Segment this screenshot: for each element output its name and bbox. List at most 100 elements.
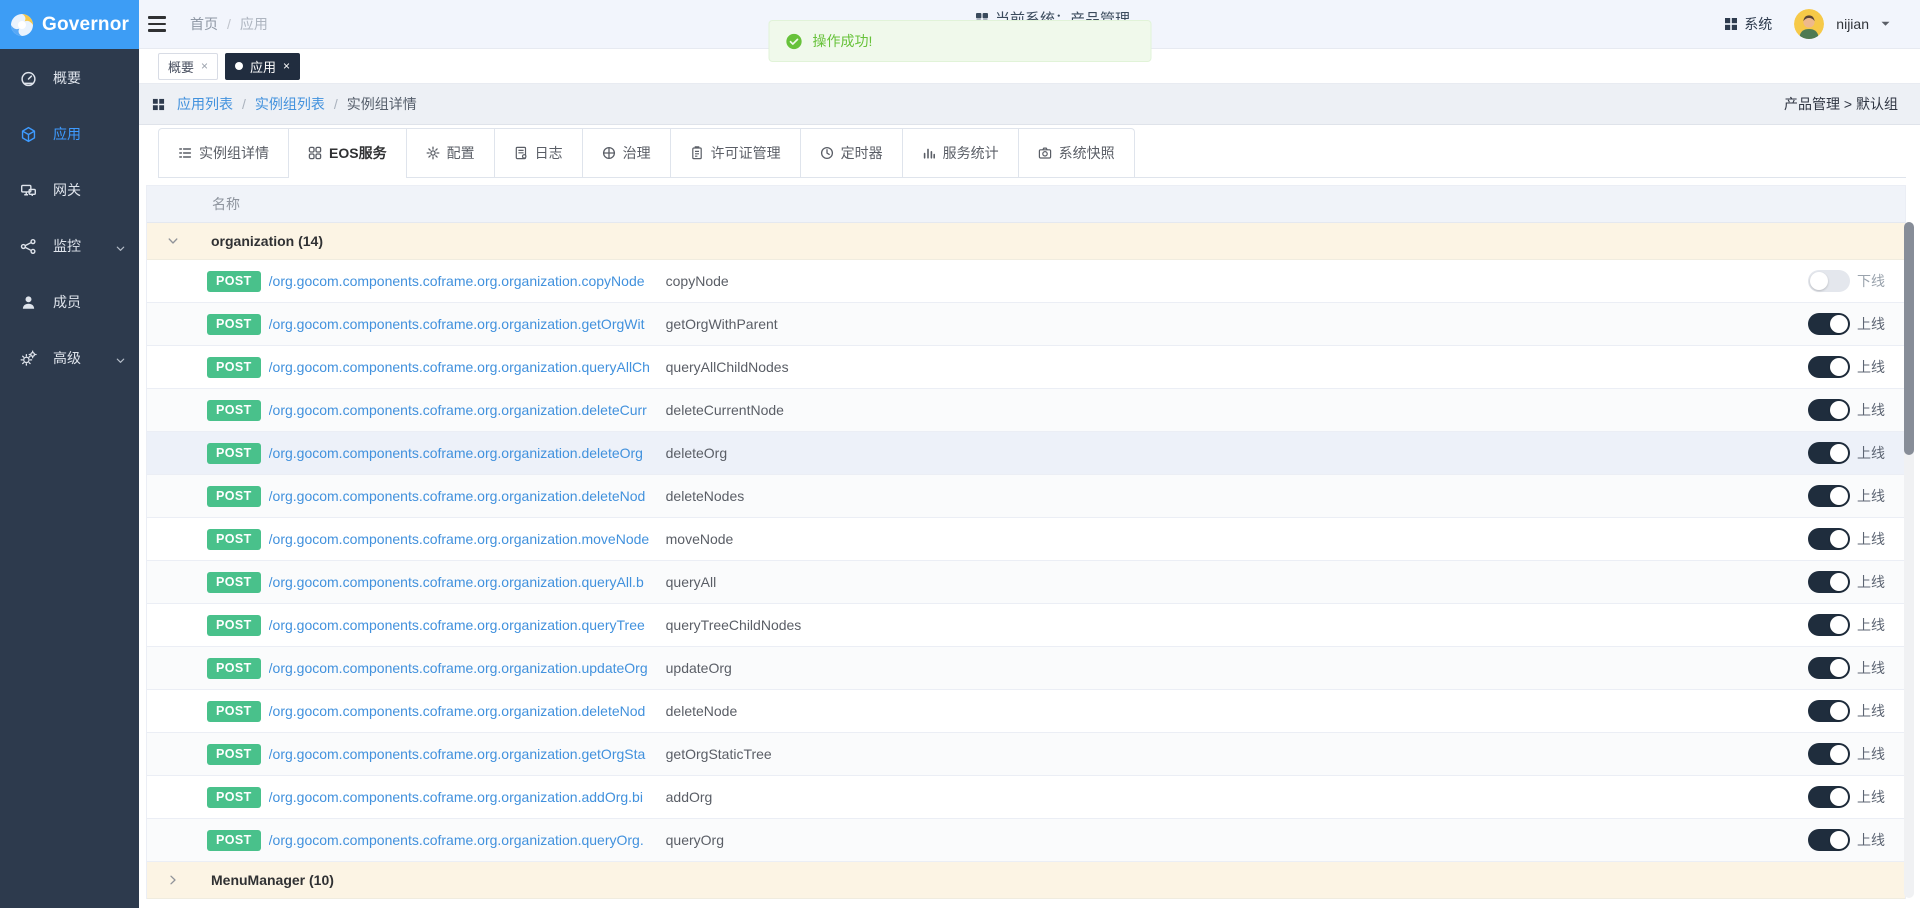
service-path-link[interactable]: /org.gocom.components.coframe.org.organi… — [269, 359, 651, 375]
status-toggle[interactable] — [1808, 270, 1850, 292]
status-label: 上线 — [1857, 572, 1885, 592]
service-path-link[interactable]: /org.gocom.components.coframe.org.organi… — [269, 316, 651, 332]
toggle-knob — [1830, 573, 1848, 591]
sidebar-item-member[interactable]: 成员 — [0, 274, 139, 330]
service-path-link[interactable]: /org.gocom.components.coframe.org.organi… — [269, 402, 651, 418]
menu-icon[interactable] — [146, 14, 168, 34]
status-control: 上线 — [1808, 657, 1885, 679]
tab-config[interactable]: 配置 — [407, 128, 495, 177]
method-badge: POST — [207, 529, 261, 550]
tag-overview[interactable]: 概要 × — [158, 53, 218, 80]
tab-eos-service[interactable]: EOS服务 — [289, 128, 407, 177]
sidebar-item-advanced[interactable]: 高级 — [0, 330, 139, 386]
status-toggle[interactable] — [1808, 528, 1850, 550]
close-icon[interactable]: × — [201, 60, 208, 72]
vertical-scrollbar[interactable] — [1904, 222, 1914, 898]
status-toggle[interactable] — [1808, 485, 1850, 507]
status-toggle[interactable] — [1808, 356, 1850, 378]
breadcrumb-home[interactable]: 首页 — [190, 14, 218, 34]
breadcrumb-separator: / — [334, 96, 338, 112]
status-label: 上线 — [1857, 443, 1885, 463]
status-toggle[interactable] — [1808, 571, 1850, 593]
group-row[interactable]: organization (14) — [147, 223, 1905, 260]
service-path-link[interactable]: /org.gocom.components.coframe.org.organi… — [269, 273, 651, 289]
user-name[interactable]: nijian — [1836, 16, 1869, 32]
service-path-link[interactable]: /org.gocom.components.coframe.org.organi… — [269, 617, 651, 633]
service-row: POST/org.gocom.components.coframe.org.or… — [147, 690, 1905, 733]
service-path-link[interactable]: /org.gocom.components.coframe.org.organi… — [269, 445, 651, 461]
service-path-link[interactable]: /org.gocom.components.coframe.org.organi… — [269, 789, 651, 805]
status-toggle[interactable] — [1808, 399, 1850, 421]
tab-label: 配置 — [447, 143, 475, 163]
status-label: 上线 — [1857, 314, 1885, 334]
method-badge: POST — [207, 271, 261, 292]
service-row: POST/org.gocom.components.coframe.org.or… — [147, 561, 1905, 604]
breadcrumb-app-list[interactable]: 应用列表 — [177, 94, 233, 114]
breadcrumb: 首页 / 应用 — [190, 14, 268, 34]
tab-license-management[interactable]: 许可证管理 — [671, 128, 801, 177]
status-toggle[interactable] — [1808, 700, 1850, 722]
status-toggle[interactable] — [1808, 442, 1850, 464]
status-toggle[interactable] — [1808, 829, 1850, 851]
status-toggle[interactable] — [1808, 313, 1850, 335]
service-name: addOrg — [666, 789, 1808, 805]
caret-down-icon[interactable] — [1881, 21, 1890, 27]
sidebar-item-overview[interactable]: 概要 — [0, 50, 139, 106]
breadcrumb-separator: / — [227, 16, 231, 32]
chevron-right-icon[interactable] — [167, 874, 179, 886]
service-row: POST/org.gocom.components.coframe.org.or… — [147, 776, 1905, 819]
tab-service-stats[interactable]: 服务统计 — [903, 128, 1019, 177]
toggle-knob — [1830, 788, 1848, 806]
service-path-link[interactable]: /org.gocom.components.coframe.org.organi… — [269, 574, 651, 590]
service-path-link[interactable]: /org.gocom.components.coframe.org.organi… — [269, 660, 651, 676]
toggle-knob — [1830, 487, 1848, 505]
tag-label: 应用 — [250, 57, 276, 76]
service-name: deleteNode — [666, 703, 1808, 719]
tab-timer[interactable]: 定时器 — [801, 128, 903, 177]
breadcrumb-instance-group-list[interactable]: 实例组列表 — [255, 94, 325, 114]
grid-icon — [152, 98, 165, 111]
group-row[interactable]: MenuManager (10) — [147, 862, 1905, 899]
sidebar-item-label: 应用 — [53, 124, 126, 144]
status-toggle[interactable] — [1808, 786, 1850, 808]
chevron-down-icon[interactable] — [167, 235, 179, 247]
scrollbar-thumb[interactable] — [1904, 222, 1914, 455]
status-toggle[interactable] — [1808, 743, 1850, 765]
sidebar-item-monitor[interactable]: 监控 — [0, 218, 139, 274]
service-row: POST/org.gocom.components.coframe.org.or… — [147, 604, 1905, 647]
tab-label: 日志 — [535, 143, 563, 163]
tab-logs[interactable]: 日志 — [495, 128, 583, 177]
status-label: 下线 — [1857, 271, 1885, 291]
sidebar-item-gateway[interactable]: 网关 — [0, 162, 139, 218]
service-path-link[interactable]: /org.gocom.components.coframe.org.organi… — [269, 703, 651, 719]
breadcrumb-separator: / — [242, 96, 246, 112]
avatar[interactable] — [1794, 9, 1824, 39]
tab-governance[interactable]: 治理 — [583, 128, 671, 177]
apps-grid-icon — [1724, 17, 1738, 31]
tag-app[interactable]: 应用 × — [225, 53, 300, 80]
status-toggle[interactable] — [1808, 614, 1850, 636]
app-logo[interactable]: Governor — [0, 0, 139, 49]
service-path-link[interactable]: /org.gocom.components.coframe.org.organi… — [269, 488, 651, 504]
status-label: 上线 — [1857, 701, 1885, 721]
status-control: 上线 — [1808, 786, 1885, 808]
tab-system-snapshot[interactable]: 系统快照 — [1019, 128, 1135, 177]
toggle-knob — [1830, 444, 1848, 462]
status-toggle[interactable] — [1808, 657, 1850, 679]
log-document-icon — [514, 146, 528, 160]
list-icon — [178, 146, 192, 160]
service-row: POST/org.gocom.components.coframe.org.or… — [147, 432, 1905, 475]
close-icon[interactable]: × — [283, 60, 290, 72]
service-path-link[interactable]: /org.gocom.components.coframe.org.organi… — [269, 832, 651, 848]
toggle-knob — [1830, 659, 1848, 677]
tab-instance-group-detail[interactable]: 实例组详情 — [158, 128, 289, 177]
service-path-link[interactable]: /org.gocom.components.coframe.org.organi… — [269, 531, 651, 547]
app-cube-icon — [20, 126, 37, 143]
status-control: 下线 — [1808, 270, 1885, 292]
sidebar-item-app[interactable]: 应用 — [0, 106, 139, 162]
service-path-link[interactable]: /org.gocom.components.coframe.org.organi… — [269, 746, 651, 762]
license-clipboard-icon — [690, 146, 704, 160]
system-menu-button[interactable]: 系统 — [1724, 14, 1772, 34]
method-badge: POST — [207, 443, 261, 464]
method-badge: POST — [207, 615, 261, 636]
